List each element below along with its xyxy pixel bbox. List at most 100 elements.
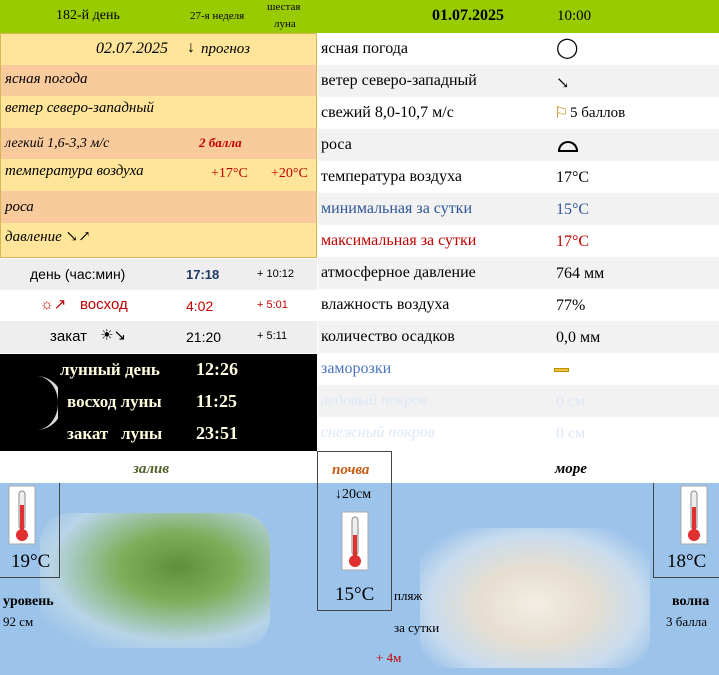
forecast-date: 02.07.2025 [96,40,168,57]
moonset-label: закат луны [67,424,163,443]
moon-panel: лунный день 12:26 восход луны 11:25 зака… [0,354,317,451]
forecast-pressure: давление ↘↗ [1,223,316,257]
wave-value: 3 балла [666,614,707,629]
condition-row: ясная погода ◯ [318,33,719,65]
soil-box: почва ↓20см 15°C [317,451,392,611]
level-value: 92 см [3,614,34,629]
daylength-delta: + 10:12 [257,268,295,280]
soil-thermometer-icon [341,511,369,571]
soil-temperature: 15°C [335,584,375,605]
forecast-temp: температура воздуха +17°C +20°C [1,159,316,191]
forecast-pressure-text: давление ↘↗ [5,229,91,245]
condition-label: атмосферное давление [321,264,476,281]
condition-row: роса [318,129,719,161]
condition-label: ледовый покров [321,392,428,409]
sunset-label: закат [50,328,87,345]
forecast-wind-speed: легкий 1,6-3,3 м/с 2 балла [1,128,316,159]
condition-label: заморозки [321,360,392,377]
forecast-panel: 02.07.2025 ↓ прогноз ясная погода ветер … [0,33,317,258]
moonrise-label: восход луны [67,392,162,411]
sunset-value: 21:20 [186,329,222,345]
condition-row: ледовый покров 0 см [318,385,719,417]
dew-icon [558,141,578,152]
soil-depth: ↓20см [335,487,372,502]
forecast-weather-text: ясная погода [5,71,88,87]
forecast-wind-text: ветер северо-западный [5,100,155,116]
flag-icon: ⚐ [554,105,569,122]
sea-thermometer-box: 18°C [653,483,719,578]
beach-label: пляж [394,588,423,603]
condition-value: ↘ [556,75,570,92]
forecast-temp-label: температура воздуха [5,163,144,179]
level-label: уровень [3,594,54,609]
sunrise-delta: + 5:01 [257,299,288,311]
moonset-value: 23:51 [196,423,238,443]
condition-value: 15°C [556,201,590,218]
condition-row: температура воздуха 17°C [318,161,719,193]
condition-row: влажность воздуха 77% [318,289,719,321]
day-of-year: 182-й день [56,8,120,23]
current-conditions-table: ясная погода ◯ ветер северо-западный ↘ свежи… [318,33,719,451]
condition-row: свежий 8,0-10,7 м/с ⚐ 5 баллов [318,97,719,129]
forecast-temp-max: +20°C [271,166,308,181]
forecast-dew: роса [1,191,316,223]
condition-value: 0 см [556,393,586,410]
sea-thermometer-icon [680,485,708,545]
daylength-value: 17:18 [186,267,220,282]
condition-value: ◯ [556,37,579,59]
condition-label: снежный покров [321,424,435,441]
condition-label: влажность воздуха [321,296,450,313]
moon-day-value: 12:26 [196,359,238,379]
condition-label: минимальная за сутки [321,200,473,217]
forecast-wind-score: 2 балла [199,135,242,150]
per-day-label: за сутки [394,620,440,635]
sunrise-label: восход [80,296,128,313]
daylength-label: день (час:мин) [30,266,126,282]
bay-label: залив [133,461,170,477]
sunrise-row: ☼↗ восход 4:02 + 5:01 [0,290,317,321]
condition-row: максимальная за сутки 17°C [318,225,719,257]
forecast-weather: ясная погода [1,65,316,96]
sunrise-icon: ☼↗ [40,296,67,313]
condition-row: ветер северо-западный ↘ [318,65,719,97]
condition-label: ветер северо-западный [321,72,477,89]
condition-value: 764 мм [556,265,605,282]
condition-label: температура воздуха [321,168,462,185]
condition-row: заморозки [318,353,719,385]
forecast-temp-min: +17°C [211,166,248,181]
condition-row: минимальная за сутки 15°C [318,193,719,225]
condition-value: 5 баллов [570,105,626,121]
current-time: 10:00 [557,8,592,24]
moonrise-value: 11:25 [196,391,238,411]
sea-temperature: 18°C [667,551,707,572]
sunset-row: закат ☀↘ 21:20 + 5:11 [0,321,317,353]
condition-label: ясная погода [321,40,408,57]
current-date: 01.07.2025 [432,7,504,24]
bay-temperature: 19°C [11,551,51,572]
bay-thermometer-box: 19°C [0,483,60,578]
sunset-delta: + 5:11 [257,330,288,342]
wave-label: волна [672,594,710,609]
week-number: 27-я неделя [190,10,245,22]
condition-label: максимальная за сутки [321,232,477,249]
sunset-icon: ☀↘ [100,327,127,344]
beach-image [420,528,650,668]
thermometer-icon [8,485,36,545]
lake-image [40,513,270,648]
moon-phase-1: шестая [267,1,301,13]
forecast-wind: ветер северо-западный [1,96,316,128]
condition-row: количество осадков 0,0 мм [318,321,719,353]
beach-change: + 4м [376,650,402,665]
condition-row: снежный покров 0 см [318,417,719,449]
condition-value: 0,0 мм [556,329,601,346]
condition-row: атмосферное давление 764 мм [318,257,719,289]
forecast-date-row: 02.07.2025 ↓ прогноз [1,34,316,65]
condition-value: 17°C [556,169,590,186]
condition-label: роса [321,136,352,153]
forecast-arrow: ↓ [187,39,195,56]
condition-label: свежий 8,0-10,7 м/с [321,104,454,121]
daylength-row: день (час:мин) 17:18 + 10:12 [0,259,317,290]
forecast-wind-speed-text: легкий 1,6-3,3 м/с [5,136,110,151]
condition-value: 17°C [556,233,590,250]
sunrise-value: 4:02 [186,298,214,314]
